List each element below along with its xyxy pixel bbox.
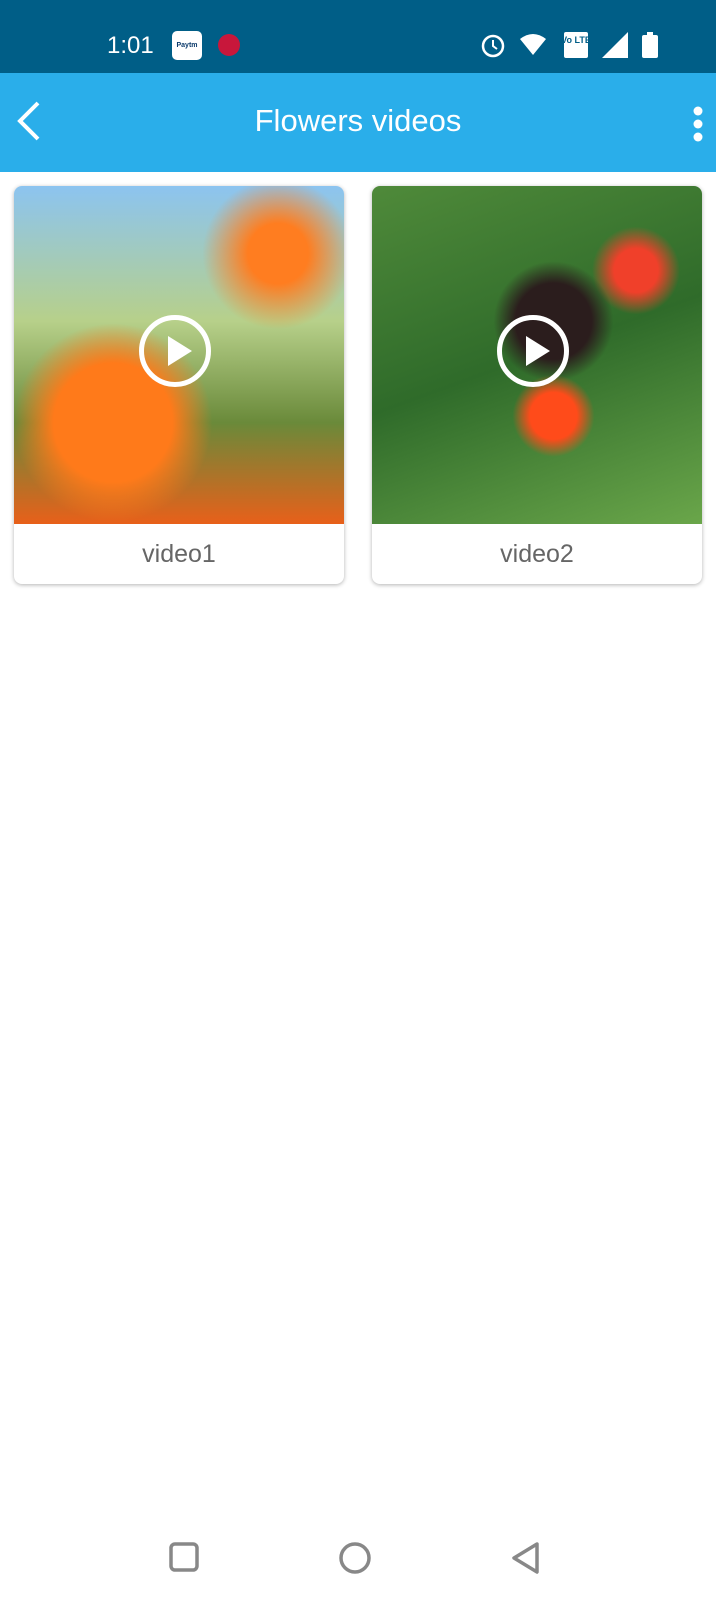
status-time: 1:01 (107, 32, 154, 59)
video-card[interactable]: video2 (372, 186, 702, 584)
app-bar: Flowers videos (0, 73, 716, 172)
signal-icon (602, 32, 628, 58)
recents-button[interactable] (168, 1541, 200, 1573)
video-thumbnail (14, 186, 344, 524)
video-card[interactable]: video1 (14, 186, 344, 584)
play-icon[interactable] (497, 315, 569, 387)
svg-text:Vo LTE: Vo LTE (564, 35, 588, 45)
notification-app-icon (218, 34, 240, 56)
more-options-icon[interactable] (692, 106, 704, 142)
home-button[interactable] (338, 1541, 372, 1575)
battery-icon (642, 32, 658, 58)
status-bar: 1:01 Paytm Vo LTE (0, 0, 716, 73)
volte-icon: Vo LTE (564, 32, 588, 58)
back-nav-button[interactable] (510, 1541, 542, 1575)
alarm-icon (481, 34, 505, 58)
wifi-icon (520, 34, 546, 55)
video-label: video2 (500, 540, 574, 568)
navigation-bar (0, 1537, 716, 1577)
play-icon[interactable] (139, 315, 211, 387)
paytm-icon: Paytm (172, 31, 202, 60)
page-title: Flowers videos (254, 103, 462, 138)
video-label: video1 (142, 540, 216, 568)
video-thumbnail (372, 186, 702, 524)
